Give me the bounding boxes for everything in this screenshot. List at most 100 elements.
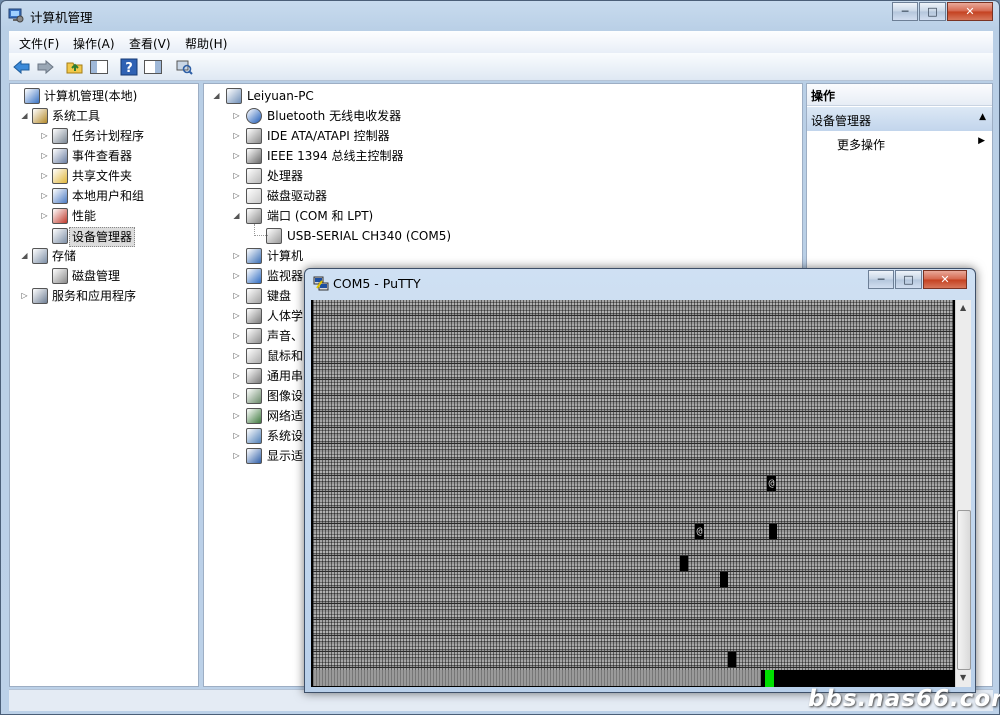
up-folder-icon[interactable] [65, 58, 85, 76]
terminal-row-separator [313, 459, 953, 460]
menu-view[interactable]: 查看(V) [129, 35, 171, 52]
terminal-row-separator [313, 411, 953, 412]
collapsed-twisty-icon[interactable]: ▷ [40, 127, 49, 145]
device-label: 磁盘驱动器 [267, 189, 328, 203]
device-label: 声音、 [267, 329, 304, 343]
terminal-row-separator [313, 379, 953, 380]
show-hide-action-pane-icon[interactable] [143, 58, 163, 76]
collapsed-twisty-icon[interactable]: ▷ [40, 147, 49, 165]
device-label: 网络适 [267, 409, 304, 423]
svg-text:?: ? [125, 61, 133, 76]
putty-window[interactable]: COM5 - PuTTY ─ □ ✕ @ @ ▲ ▼ [304, 268, 976, 693]
close-button[interactable]: ✕ [947, 2, 993, 21]
device-label: 通用串 [267, 369, 304, 383]
menu-action[interactable]: 操作(A) [73, 35, 115, 52]
device-label: 系统设 [267, 429, 304, 443]
terminal-garbled-output [313, 300, 953, 670]
collapsed-twisty-icon[interactable]: ▷ [40, 187, 49, 205]
collapsed-twisty-icon[interactable]: ▷ [232, 307, 241, 325]
collapsed-twisty-icon[interactable]: ▷ [232, 167, 241, 185]
putty-maximize-button[interactable]: □ [895, 270, 922, 289]
forward-arrow-icon[interactable] [35, 58, 55, 76]
putty-minimize-button[interactable]: ─ [868, 270, 894, 289]
scan-hardware-icon[interactable] [174, 58, 194, 76]
collapsed-twisty-icon[interactable]: ▷ [232, 407, 241, 425]
collapsed-twisty-icon[interactable]: ▷ [20, 287, 29, 305]
terminal-row-separator [313, 395, 953, 396]
device-label: Leiyuan-PC [247, 89, 314, 103]
tools-icon [32, 108, 48, 124]
minimize-button[interactable]: ─ [892, 2, 918, 21]
device-label: 显示适 [267, 449, 304, 463]
computer-management-icon [8, 8, 24, 23]
collapsed-twisty-icon[interactable]: ▷ [232, 387, 241, 405]
menu-file[interactable]: 文件(F) [19, 35, 59, 52]
collapsed-twisty-icon[interactable]: ▷ [40, 207, 49, 225]
event-viewer-icon [52, 148, 68, 164]
terminal-row-separator [313, 619, 953, 620]
device-label: 计算机 [267, 249, 304, 263]
tree-item-label: 计算机管理(本地) [44, 89, 138, 103]
action-pane-header: 操作 [807, 84, 992, 106]
terminal-row-separator [313, 475, 953, 476]
tree-item-label: 性能 [72, 209, 97, 223]
collapsed-twisty-icon[interactable]: ▷ [232, 427, 241, 445]
maximize-button[interactable]: □ [919, 2, 946, 21]
collapsed-twisty-icon[interactable]: ▷ [232, 327, 241, 345]
disk-drive-icon [246, 188, 262, 204]
terminal-row-separator [313, 347, 953, 348]
expanded-twisty-icon[interactable]: ◢ [20, 247, 29, 265]
ieee1394-icon [246, 148, 262, 164]
device-label: IDE ATA/ATAPI 控制器 [267, 129, 390, 143]
monitor-icon [246, 268, 262, 284]
expanded-twisty-icon[interactable]: ◢ [232, 207, 241, 225]
collapsed-twisty-icon[interactable]: ▷ [232, 447, 241, 465]
submenu-arrow-icon: ▶ [978, 136, 985, 146]
terminal-blank-cell [720, 572, 728, 587]
collapsed-twisty-icon[interactable]: ▷ [232, 347, 241, 365]
terminal-row-separator [313, 667, 953, 668]
collapsed-twisty-icon[interactable]: ▷ [232, 107, 241, 125]
scroll-down-icon[interactable]: ▼ [960, 673, 966, 682]
menu-help[interactable]: 帮助(H) [185, 35, 227, 52]
terminal-row-separator [313, 331, 953, 332]
collapsed-twisty-icon[interactable]: ▷ [232, 127, 241, 145]
collapsed-twisty-icon[interactable]: ▷ [232, 147, 241, 165]
scroll-up-icon[interactable]: ▲ [960, 303, 966, 312]
shared-folder-icon [52, 168, 68, 184]
terminal-at-char: @ [767, 476, 776, 491]
terminal-row-separator [313, 587, 953, 588]
collapsed-twisty-icon[interactable]: ▷ [232, 267, 241, 285]
collapsed-twisty-icon[interactable]: ▷ [232, 187, 241, 205]
terminal-screen[interactable]: @ @ [311, 300, 955, 687]
back-arrow-icon[interactable] [12, 58, 32, 76]
imaging-icon [246, 388, 262, 404]
expanded-twisty-icon[interactable]: ◢ [212, 87, 221, 105]
action-section-device-manager[interactable]: 设备管理器 ▲ [807, 107, 992, 131]
collapse-up-icon[interactable]: ▲ [979, 112, 986, 122]
computer-icon [226, 88, 242, 104]
more-actions-item[interactable]: 更多操作 ▶ [837, 136, 987, 153]
collapsed-twisty-icon[interactable]: ▷ [40, 167, 49, 185]
tree-item-label: 本地用户和组 [72, 189, 145, 203]
terminal-last-line [313, 670, 761, 686]
users-icon [52, 188, 68, 204]
collapsed-twisty-icon[interactable]: ▷ [232, 287, 241, 305]
putty-close-button[interactable]: ✕ [923, 270, 967, 289]
collapsed-twisty-icon[interactable]: ▷ [232, 247, 241, 265]
terminal-row-separator [313, 443, 953, 444]
terminal-blank-cell [680, 556, 688, 571]
scrollbar-thumb[interactable] [957, 510, 971, 670]
show-hide-console-tree-icon[interactable] [89, 58, 109, 76]
disk-management-icon [52, 268, 68, 284]
services-icon [32, 288, 48, 304]
performance-icon [52, 208, 68, 224]
terminal-scrollbar[interactable]: ▲ ▼ [955, 300, 971, 687]
help-icon[interactable]: ? [119, 58, 139, 76]
expanded-twisty-icon[interactable]: ◢ [20, 107, 29, 125]
terminal-at-char: @ [695, 524, 704, 539]
terminal-blank-cell [769, 524, 777, 539]
title-bar[interactable]: 计算机管理 ─ □ ✕ [1, 1, 999, 29]
collapsed-twisty-icon[interactable]: ▷ [232, 367, 241, 385]
terminal-row-separator [313, 363, 953, 364]
